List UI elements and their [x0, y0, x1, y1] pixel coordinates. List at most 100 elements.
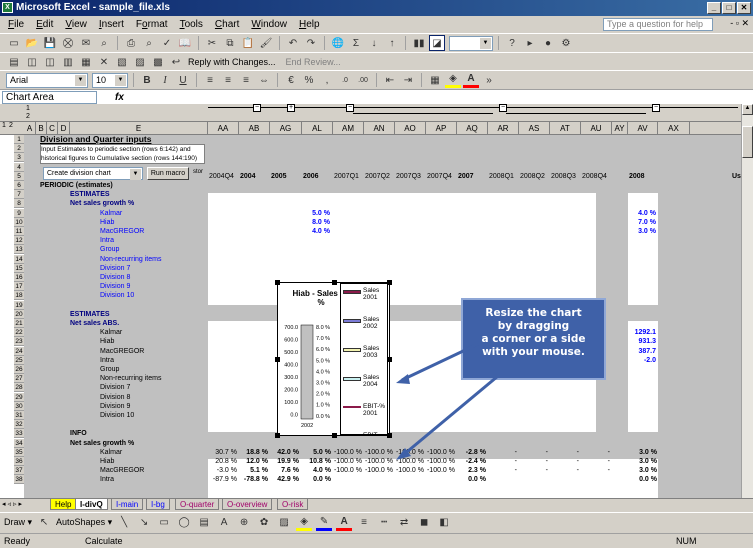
row-header[interactable]: 20: [14, 309, 24, 319]
outline-level-1[interactable]: 1: [26, 105, 30, 112]
drawing-icon[interactable]: ◪: [429, 35, 445, 51]
row-header[interactable]: 5: [14, 171, 24, 181]
autosum-icon[interactable]: Σ: [348, 35, 364, 51]
row-header[interactable]: 29: [14, 392, 24, 402]
copy-icon[interactable]: ⧉: [222, 35, 238, 51]
rectangle-icon[interactable]: ▭: [156, 515, 172, 531]
column-header[interactable]: AB: [239, 122, 270, 135]
row-header[interactable]: 37: [14, 466, 24, 476]
reject-icon[interactable]: ▩: [150, 54, 166, 70]
row-outline-level-2[interactable]: 2: [9, 122, 13, 129]
tab-i-bg[interactable]: I-bg: [146, 499, 170, 510]
tab-o-quarter[interactable]: O-quarter: [175, 499, 220, 510]
increase-decimal-button[interactable]: .0: [337, 72, 353, 88]
column-header[interactable]: AR: [488, 122, 519, 135]
fill-color-icon[interactable]: ◈: [296, 515, 313, 531]
line-icon[interactable]: ╲: [116, 515, 132, 531]
increase-indent-icon[interactable]: ⇥: [400, 72, 416, 88]
row-header[interactable]: 33: [14, 429, 24, 439]
fill-color-icon[interactable]: ◈: [445, 72, 461, 88]
tab-i-divq[interactable]: I-divQ: [75, 499, 108, 510]
row-outline-level-1[interactable]: 1: [2, 122, 6, 129]
diagram-icon[interactable]: ⊕: [236, 515, 252, 531]
draw-menu[interactable]: Draw ▾: [4, 517, 32, 528]
collapse-button[interactable]: −: [652, 104, 660, 112]
legend-entry[interactable]: EBIT-% 2001: [341, 400, 387, 429]
row-header[interactable]: 8: [14, 199, 24, 209]
menu-window[interactable]: Window: [245, 19, 293, 30]
row-header[interactable]: 3: [14, 153, 24, 163]
show-comment-icon[interactable]: ▥: [60, 54, 76, 70]
merge-center-icon[interactable]: ⇔: [256, 72, 272, 88]
resize-handle-se[interactable]: [387, 433, 392, 438]
row-header[interactable]: 10: [14, 217, 24, 227]
row-header[interactable]: 16: [14, 273, 24, 282]
column-header[interactable]: AT: [550, 122, 581, 135]
row-header[interactable]: 13: [14, 245, 24, 255]
row-header[interactable]: 28: [14, 383, 24, 393]
row-header[interactable]: 35: [14, 447, 24, 457]
resize-handle-ne[interactable]: [387, 280, 392, 285]
resize-handle-s[interactable]: [332, 433, 337, 438]
scroll-up-icon[interactable]: ▲: [742, 104, 753, 115]
column-header[interactable]: AG: [270, 122, 302, 135]
menu-format[interactable]: Format: [130, 19, 174, 30]
fx-icon[interactable]: fx: [115, 92, 124, 103]
collapse-button[interactable]: −: [253, 104, 261, 112]
menu-file[interactable]: File: [2, 19, 30, 30]
format-painter-icon[interactable]: 🖌: [258, 35, 274, 51]
row-header[interactable]: 36: [14, 457, 24, 466]
zoom-select[interactable]: [449, 35, 493, 51]
column-header[interactable]: AY: [612, 122, 628, 135]
comma-button[interactable]: ,: [319, 72, 335, 88]
menu-chart[interactable]: Chart: [209, 19, 245, 30]
toolbar-options-icon[interactable]: »: [481, 72, 497, 88]
scroll-thumb[interactable]: [742, 126, 753, 158]
doc-close-icon[interactable]: - ▫ ✕: [730, 18, 749, 29]
decrease-decimal-button[interactable]: .00: [355, 72, 371, 88]
column-header[interactable]: AQ: [457, 122, 488, 135]
borders-icon[interactable]: ▦: [427, 72, 443, 88]
legend-entry[interactable]: Sales 2001: [341, 284, 387, 313]
resize-handle-w[interactable]: [275, 357, 280, 362]
print-icon[interactable]: ⎙: [123, 35, 139, 51]
column-header[interactable]: AM: [333, 122, 364, 135]
picture-icon[interactable]: ▨: [276, 515, 292, 531]
row-header[interactable]: 24: [14, 346, 24, 356]
autoshapes-menu[interactable]: AutoShapes ▾: [56, 517, 112, 528]
legend-entry[interactable]: Sales 2002: [341, 313, 387, 342]
row-header[interactable]: 38: [14, 475, 24, 485]
chart-wizard-icon[interactable]: ▮▮: [411, 35, 427, 51]
menu-tools[interactable]: Tools: [174, 19, 209, 30]
column-header[interactable]: AX: [658, 122, 690, 135]
underline-button[interactable]: U: [175, 72, 191, 88]
chart-legend[interactable]: Sales 2001 Sales 2002 Sales 2003 Sales 2004…: [340, 283, 388, 435]
currency-icon[interactable]: €: [283, 72, 299, 88]
tab-o-risk[interactable]: O-risk: [277, 499, 309, 510]
tab-i-main[interactable]: I-main: [111, 499, 144, 510]
row-header[interactable]: 17: [14, 282, 24, 292]
column-header[interactable]: AN: [364, 122, 395, 135]
spelling-icon[interactable]: ✓: [159, 35, 175, 51]
row-header[interactable]: 12: [14, 236, 24, 246]
collapse-button[interactable]: −: [499, 104, 507, 112]
search-icon[interactable]: ⌕: [96, 35, 112, 51]
row-header[interactable]: 19: [14, 300, 24, 310]
oval-icon[interactable]: ◯: [176, 515, 192, 531]
help-icon[interactable]: ?: [504, 35, 520, 51]
redo-icon[interactable]: ↷: [303, 35, 319, 51]
row-header[interactable]: 11: [14, 227, 24, 236]
resize-handle-n[interactable]: [332, 280, 337, 285]
align-right-icon[interactable]: ≡: [238, 72, 254, 88]
column-header[interactable]: AL: [302, 122, 333, 135]
column-header[interactable]: AA: [208, 122, 239, 135]
row-header[interactable]: 1: [14, 135, 24, 144]
decrease-indent-icon[interactable]: ⇤: [382, 72, 398, 88]
arrow-right-icon[interactable]: ▸: [522, 35, 538, 51]
chart-plot[interactable]: 700.0 600.0 500.0 400.0 300.0 200.0 100.0 0.0 8.…: [278, 321, 340, 433]
paste-icon[interactable]: 📋: [240, 35, 256, 51]
row-header[interactable]: 31: [14, 411, 24, 420]
row-header[interactable]: 30: [14, 401, 24, 411]
new-comment-icon[interactable]: ▤: [6, 54, 22, 70]
arrow-style-icon[interactable]: ⇄: [396, 515, 412, 531]
